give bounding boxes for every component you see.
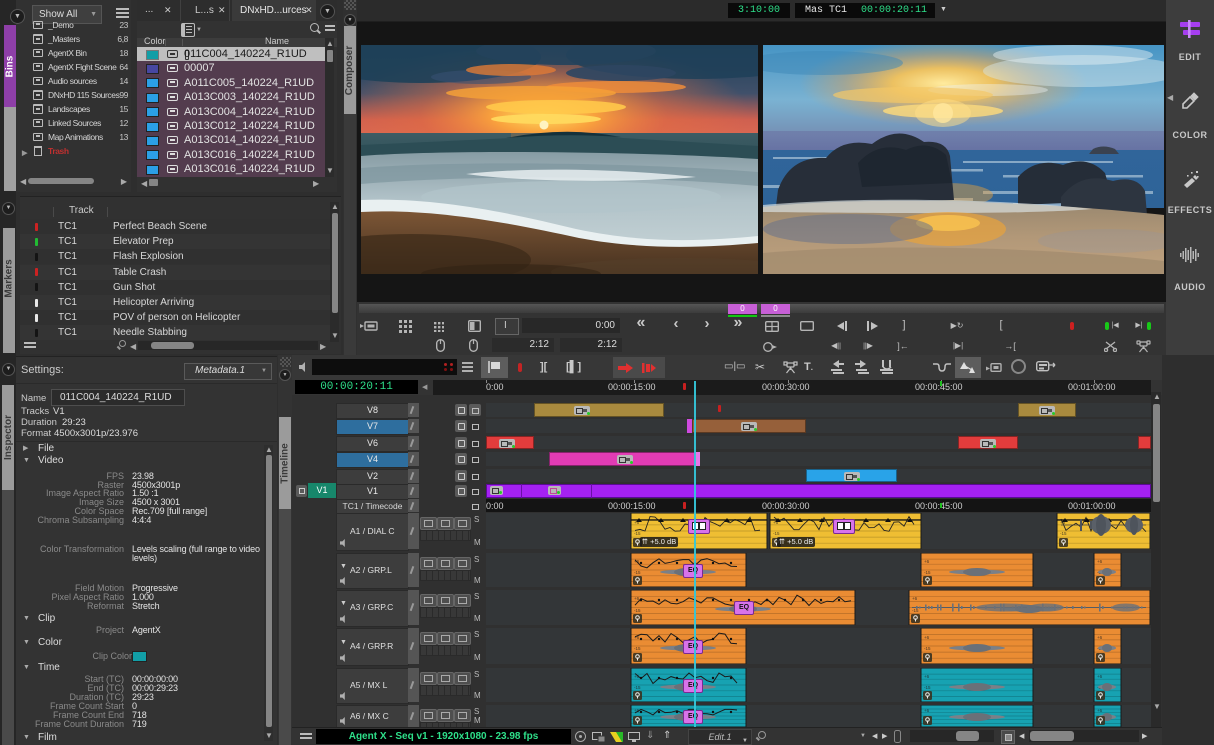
svg-text:+6: +6 [1097, 708, 1103, 713]
svg-text:-15: -15 [634, 531, 641, 536]
svg-text:-15: -15 [773, 531, 780, 536]
svg-text:+6: +6 [924, 559, 930, 564]
svg-text:+6: +6 [634, 596, 640, 601]
svg-text:-15: -15 [634, 646, 641, 651]
svg-text:+6: +6 [1097, 674, 1103, 679]
svg-text:+6: +6 [924, 635, 930, 640]
svg-text:-15: -15 [924, 646, 931, 651]
svg-text:-15: -15 [924, 570, 931, 575]
svg-text:+6: +6 [1097, 635, 1103, 640]
svg-text:+6: +6 [912, 596, 918, 601]
svg-text:+6: +6 [924, 708, 930, 713]
svg-text:-15: -15 [924, 685, 931, 690]
svg-text:+6: +6 [1097, 559, 1103, 564]
svg-text:-15: -15 [634, 570, 641, 575]
svg-text:+6: +6 [924, 674, 930, 679]
svg-text:-15: -15 [1060, 531, 1067, 536]
svg-text:-15: -15 [634, 608, 641, 613]
svg-text:-15: -15 [912, 608, 919, 613]
svg-text:-15: -15 [634, 685, 641, 690]
